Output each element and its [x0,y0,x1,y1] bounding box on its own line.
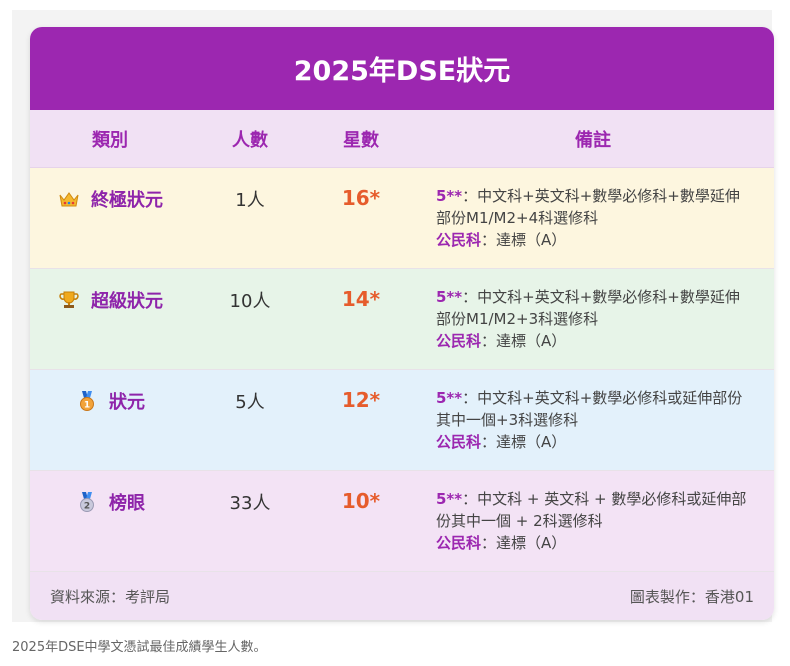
trophy-icon [57,288,81,312]
stars-value: 12* [341,388,381,412]
crown-icon [57,187,81,211]
card-footer: 資料來源：考評局 圖表製作：香港01 [30,572,774,620]
header-remarks: 備註 [575,129,611,151]
svg-text:2: 2 [84,502,90,512]
count-value: 1人 [235,190,265,211]
header-category: 類別 [92,129,128,151]
results-card: 2025年DSE狀元 類別 人數 星數 備註 終極狀元 1人 16* 5**：中… [30,27,774,620]
table-row: 終極狀元 1人 16* 5**：中文科+英文科+數學必修科+數學延伸部份M1/M… [30,168,774,269]
image-frame: 2025年DSE狀元 類別 人數 星數 備註 終極狀元 1人 16* 5**：中… [12,10,774,622]
note-text: ：中文科+英文科+數學必修科+數學延伸部份M1/M2+3科選修科 [436,288,740,328]
remarks-cell: 5**：中文科+英文科+數學必修科+數學延伸部份M1/M2+3科選修科 公民科：… [412,269,774,352]
note-key: 5** [436,490,463,508]
category-label: 狀元 [109,392,145,413]
note-key: 5** [436,288,463,306]
table-row: 2 榜眼 33人 10* 5**：中文科 + 英文科 + 數學必修科或延伸部份其… [30,471,774,572]
header-count: 人數 [232,129,268,151]
remarks-cell: 5**：中文科+英文科+數學必修科或延伸部份其中一個+3科選修科 公民科：達標（… [412,370,774,453]
civics-text: ：達標（A） [481,332,567,350]
category-label: 終極狀元 [91,190,163,211]
civics-key: 公民科 [436,231,482,249]
category-label: 榜眼 [109,493,145,514]
civics-text: ：達標（A） [481,534,567,552]
category-label: 超級狀元 [91,291,163,312]
stars-value: 10* [341,489,381,513]
civics-key: 公民科 [436,534,482,552]
remarks-cell: 5**：中文科+英文科+數學必修科+數學延伸部份M1/M2+4科選修科 公民科：… [412,168,774,251]
remarks-cell: 5**：中文科 + 英文科 + 數學必修科或延伸部份其中一個 + 2科選修科 公… [412,471,774,554]
count-value: 10人 [229,291,271,312]
count-value: 5人 [235,392,265,413]
civics-key: 公民科 [436,433,482,451]
note-text: ：中文科+英文科+數學必修科+數學延伸部份M1/M2+4科選修科 [436,187,740,227]
table-header: 類別 人數 星數 備註 [30,110,774,168]
image-caption: 2025年DSE中學文憑試最佳成績學生人數。 [12,640,267,655]
stars-value: 14* [341,287,381,311]
civics-text: ：達標（A） [481,231,567,249]
note-key: 5** [436,389,463,407]
note-text: ：中文科 + 英文科 + 數學必修科或延伸部份其中一個 + 2科選修科 [436,490,747,530]
table-row: 超級狀元 10人 14* 5**：中文科+英文科+數學必修科+數學延伸部份M1/… [30,269,774,370]
credit-text: 圖表製作：香港01 [629,587,754,606]
medal-2nd-icon: 2 [75,490,99,514]
source-text: 資料來源：考評局 [50,587,171,606]
note-text: ：中文科+英文科+數學必修科或延伸部份其中一個+3科選修科 [436,389,743,429]
civics-text: ：達標（A） [481,433,567,451]
civics-key: 公民科 [436,332,482,350]
count-value: 33人 [229,493,271,514]
header-stars: 星數 [343,129,379,151]
stars-value: 16* [341,186,381,210]
svg-text:1: 1 [84,401,90,411]
note-key: 5** [436,187,463,205]
table-row: 1 狀元 5人 12* 5**：中文科+英文科+數學必修科或延伸部份其中一個+3… [30,370,774,471]
card-title: 2025年DSE狀元 [30,27,774,110]
medal-1st-icon: 1 [75,389,99,413]
